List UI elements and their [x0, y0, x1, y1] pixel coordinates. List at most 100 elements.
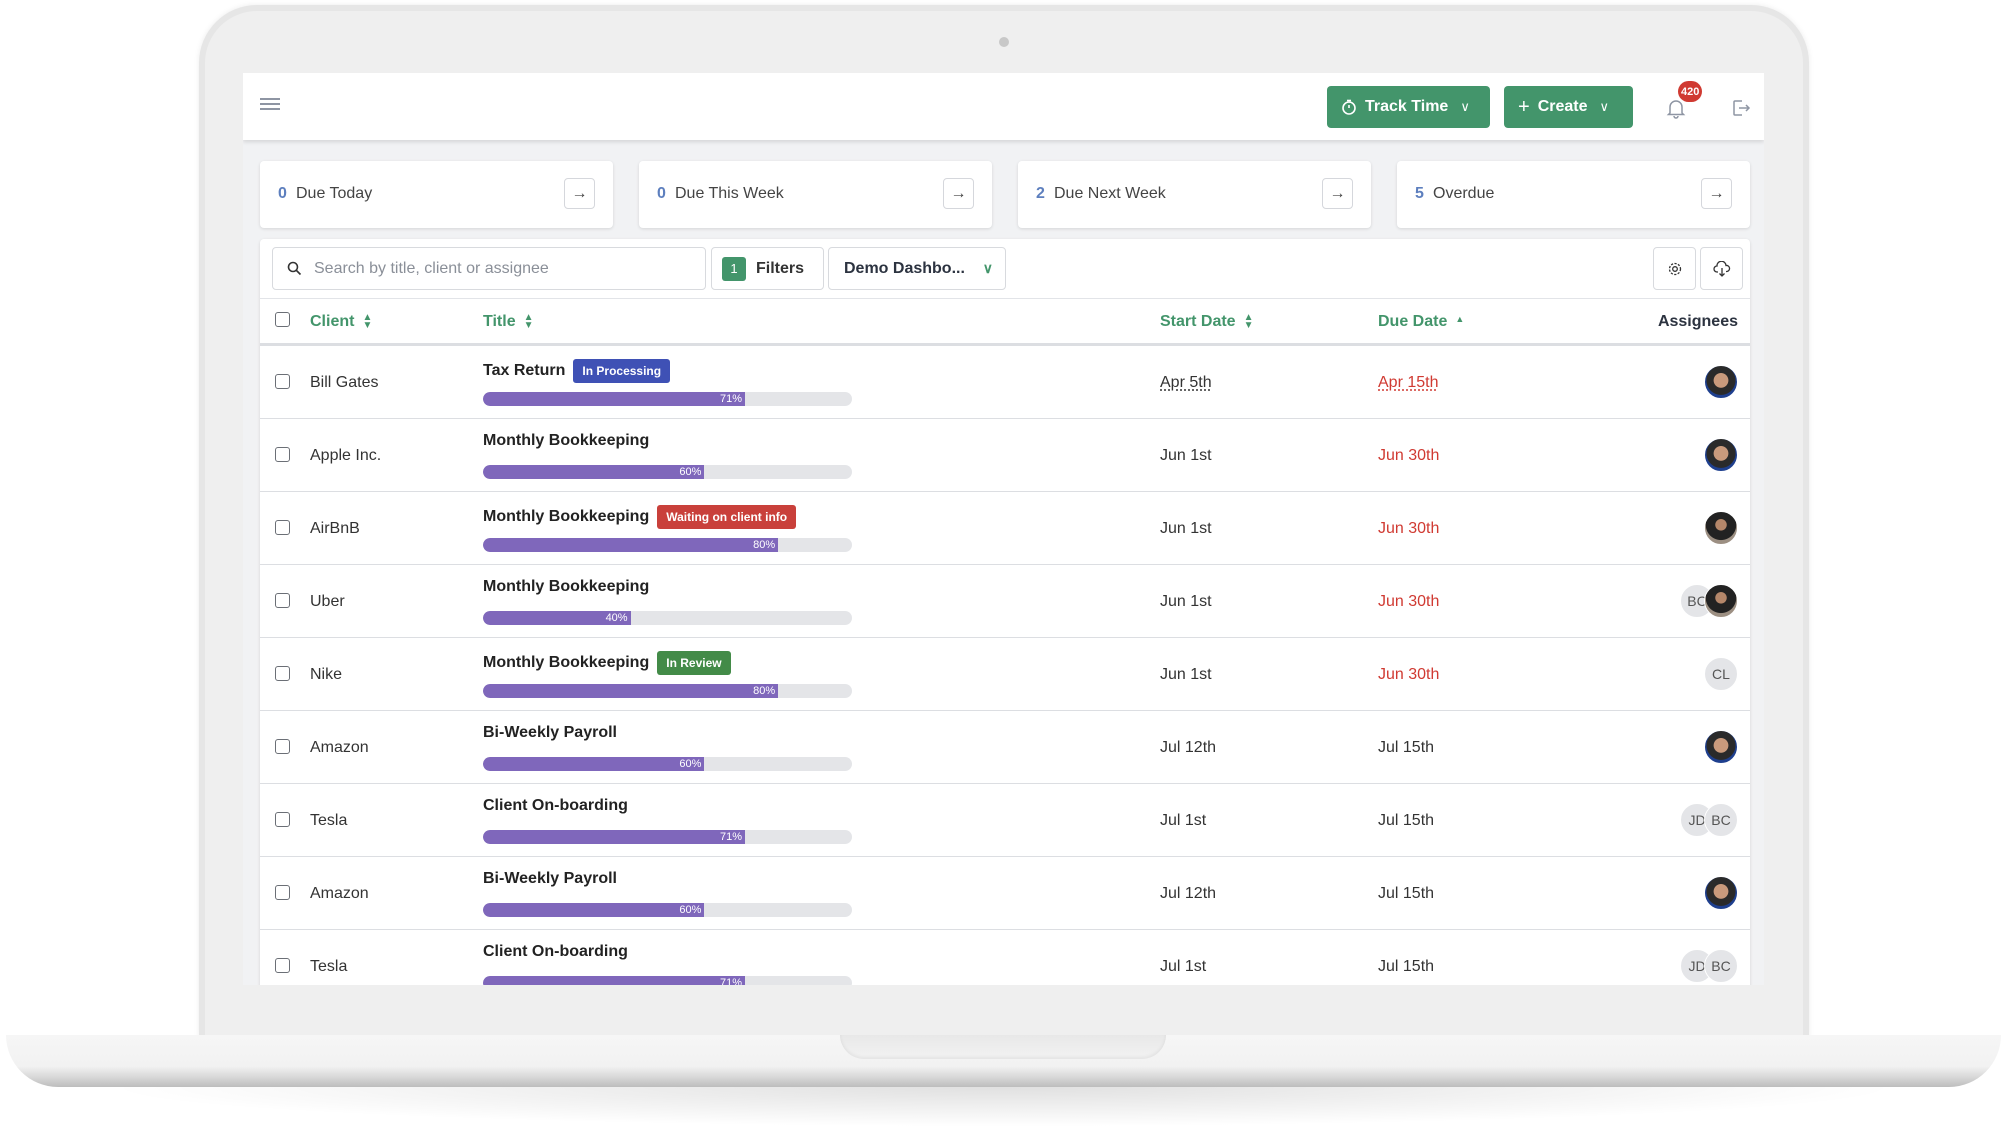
avatar[interactable] [1704, 365, 1738, 399]
filters-button[interactable]: 1 Filters [711, 247, 824, 290]
row-checkbox[interactable] [275, 666, 290, 681]
laptop-camera [999, 37, 1009, 47]
download-button[interactable] [1700, 247, 1743, 290]
avatar[interactable] [1704, 876, 1738, 910]
job-title[interactable]: Bi-Weekly Payroll [483, 870, 617, 888]
card-due-today[interactable]: 0 Due Today → [260, 161, 613, 228]
arrow-right-icon[interactable]: → [1701, 178, 1732, 209]
client-name[interactable]: Nike [310, 666, 342, 684]
client-name[interactable]: Bill Gates [310, 374, 378, 392]
card-label: Due Today [296, 185, 373, 202]
client-name[interactable]: Amazon [310, 739, 369, 757]
sort-icon: ▲ ▼ [523, 312, 534, 331]
table-row[interactable]: Tesla Client On-boarding 71% Jul 1st Jul 15t… [260, 784, 1750, 857]
avatar[interactable] [1704, 438, 1738, 472]
job-title[interactable]: Client On-boarding [483, 797, 628, 815]
table-row[interactable]: Amazon Bi-Weekly Payroll 60% Jul 12th Jul 15… [260, 857, 1750, 930]
settings-button[interactable] [1653, 247, 1696, 290]
table-header: Client ▲ ▼ Title ▲ ▼ Start Date ▲ ▼ Due Dat… [260, 299, 1750, 346]
card-due-next-week[interactable]: 2 Due Next Week → [1018, 161, 1371, 228]
client-name[interactable]: Tesla [310, 812, 347, 830]
row-checkbox[interactable] [275, 520, 290, 535]
progress-label: 71% [719, 831, 742, 843]
job-title-wrap: Monthly Bookkeeping Waiting on client inf… [483, 505, 797, 529]
avatar-initials[interactable]: BC [1704, 803, 1738, 837]
assignee-list: BC JD [1680, 949, 1738, 983]
arrow-right-icon[interactable]: → [564, 178, 595, 209]
client-name[interactable]: AirBnB [310, 520, 360, 538]
job-title[interactable]: Bi-Weekly Payroll [483, 724, 617, 742]
avatar-initials[interactable]: BC [1704, 949, 1738, 983]
laptop-shadow [100, 1087, 1907, 1127]
job-title[interactable]: Monthly Bookkeeping [483, 432, 649, 450]
job-title[interactable]: Tax Return [483, 362, 565, 380]
table-row[interactable]: AirBnB Monthly Bookkeeping Waiting on clie… [260, 492, 1750, 565]
table-row[interactable]: Apple Inc. Monthly Bookkeeping 60% Jun 1st J… [260, 419, 1750, 492]
due-date: Jun 30th [1378, 447, 1440, 464]
logout-icon[interactable] [1731, 98, 1751, 118]
table-row[interactable]: Amazon Bi-Weekly Payroll 60% Jul 12th Jul 15… [260, 711, 1750, 784]
client-name[interactable]: Tesla [310, 958, 347, 976]
gear-icon [1668, 262, 1681, 275]
start-date: Apr 5th [1160, 374, 1212, 391]
progress-fill: 60% [483, 903, 705, 917]
track-time-button[interactable]: Track Time ∨ [1327, 86, 1490, 128]
create-button[interactable]: + Create ∨ [1504, 86, 1633, 128]
client-name[interactable]: Uber [310, 593, 345, 611]
search-input[interactable] [314, 259, 684, 278]
menu-icon[interactable] [260, 98, 280, 114]
client-name[interactable]: Amazon [310, 885, 369, 903]
row-checkbox[interactable] [275, 812, 290, 827]
status-tag: In Processing [573, 359, 671, 383]
create-label: Create [1537, 98, 1588, 115]
notification-badge: 420 [1678, 81, 1703, 102]
laptop-notch [840, 1035, 1166, 1059]
progress-bar: 80% [483, 684, 852, 698]
due-date: Jun 30th [1378, 520, 1440, 537]
avatar[interactable] [1704, 511, 1738, 545]
progress-fill: 71% [483, 830, 745, 844]
assignee-list: BC [1680, 584, 1738, 618]
row-checkbox[interactable] [275, 593, 290, 608]
job-title[interactable]: Monthly Bookkeeping [483, 578, 649, 596]
job-title[interactable]: Monthly Bookkeeping [483, 654, 649, 672]
avatar[interactable] [1704, 730, 1738, 764]
table-row[interactable]: Nike Monthly Bookkeeping In Review 80% Jun 1… [260, 638, 1750, 711]
column-header-client[interactable]: Client ▲ ▼ [310, 313, 372, 331]
sort-ascending-icon: ▲ [1455, 314, 1465, 324]
client-name[interactable]: Apple Inc. [310, 447, 381, 465]
job-title[interactable]: Client On-boarding [483, 943, 628, 961]
dashboard-view-select[interactable]: Demo Dashbo... ∨ [828, 247, 1006, 290]
column-client-label: Client [310, 313, 355, 330]
arrow-right-icon[interactable]: → [943, 178, 974, 209]
progress-fill: 40% [483, 611, 631, 625]
row-checkbox[interactable] [275, 885, 290, 900]
start-date: Jun 1st [1160, 593, 1212, 610]
app-screen: Track Time ∨ + Create ∨ 420 0 Due Today … [243, 73, 1764, 985]
card-due-this-week[interactable]: 0 Due This Week → [639, 161, 992, 228]
arrow-right-icon[interactable]: → [1322, 178, 1353, 209]
table-row[interactable]: Bill Gates Tax Return In Processing 71% Apr … [260, 346, 1750, 419]
card-overdue[interactable]: 5 Overdue → [1397, 161, 1750, 228]
column-header-assignees: Assignees [1658, 313, 1738, 331]
column-header-due-date[interactable]: Due Date ▲ [1378, 313, 1464, 331]
row-checkbox[interactable] [275, 374, 290, 389]
card-count: 0 [278, 185, 287, 202]
row-checkbox[interactable] [275, 739, 290, 754]
progress-label: 60% [679, 466, 702, 478]
select-all-checkbox[interactable] [275, 312, 290, 327]
column-header-title[interactable]: Title ▲ ▼ [483, 313, 534, 331]
progress-bar: 60% [483, 903, 852, 917]
due-date: Jul 15th [1378, 739, 1435, 756]
progress-fill: 60% [483, 465, 705, 479]
avatar[interactable] [1704, 584, 1738, 618]
avatar-initials[interactable]: CL [1704, 657, 1738, 691]
table-row[interactable]: Tesla Client On-boarding 71% Jul 1st Jul 15t… [260, 930, 1750, 985]
table-row[interactable]: Uber Monthly Bookkeeping 40% Jun 1st Jun 30t… [260, 565, 1750, 638]
progress-label: 71% [719, 977, 742, 985]
job-title[interactable]: Monthly Bookkeeping [483, 508, 649, 526]
column-header-start-date[interactable]: Start Date ▲ ▼ [1160, 313, 1253, 331]
row-checkbox[interactable] [275, 958, 290, 973]
progress-fill: 80% [483, 684, 779, 698]
row-checkbox[interactable] [275, 447, 290, 462]
